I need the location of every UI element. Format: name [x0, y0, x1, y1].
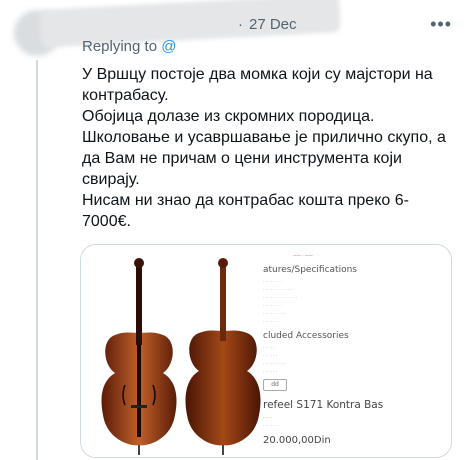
add-to-cart-button: dd [263, 379, 287, 391]
reply-prefix: Replying to [82, 38, 158, 55]
product-price: 20.000,00Din [263, 435, 331, 446]
accessory-line: · · · · · · · · · [263, 361, 285, 366]
accessory-line: · · · · · · [263, 369, 277, 374]
tweet-media-image[interactable]: —— · —— atures/Specifications · · · · · … [80, 244, 452, 458]
tweet-text: У Вршцу постоје два момка који су мајсто… [82, 64, 452, 232]
bass-back [185, 258, 261, 455]
tweet-line: Обојица долазе из скромних породица. [82, 108, 375, 125]
spec-line: · · · · · · · · · [263, 311, 285, 316]
thread-line [36, 60, 38, 460]
tweet-header: · 27 Dec [82, 14, 297, 34]
spec-line: · · · · · · · [263, 319, 280, 324]
tweet-line: Школовање и усавршавање је прилично скуп… [82, 129, 446, 188]
separator-dot: · [238, 15, 243, 33]
product-title: refeel S171 Kontra Bas [263, 399, 384, 411]
breadcrumb-text: —— · —— [293, 253, 313, 258]
replying-to: Replying to @ [82, 38, 176, 55]
reply-handle[interactable]: @ [161, 38, 176, 55]
spec-line: · · · · · · · · [263, 279, 283, 284]
accessories-heading: cluded Accessories [263, 331, 349, 341]
accessory-line: · · · · · · [263, 353, 277, 358]
specs-heading: atures/Specifications [263, 265, 357, 275]
tweet-date[interactable]: 27 Dec [249, 16, 297, 33]
double-bass-illustration [101, 258, 261, 455]
bass-front [101, 258, 177, 455]
product-meta: · · · · [263, 415, 272, 420]
spec-line: · · · · · · · · [263, 303, 283, 308]
double-bass-photo [81, 245, 263, 457]
tweet-line: У Вршцу постоје два момка који су мајсто… [82, 66, 433, 104]
accessory-line: · · · · · [263, 345, 275, 350]
spec-line: · · · · · · · · · · · · · · [263, 295, 298, 300]
more-icon[interactable]: ••• [430, 14, 452, 35]
product-page-screenshot: —— · —— atures/Specifications · · · · · … [263, 245, 451, 457]
product-meta: · · · · · · · [263, 423, 280, 428]
spec-line: · · · · · · · · · · · · [263, 287, 293, 292]
tweet-line: Нисам ни знао да контрабас кошта преко 6… [82, 192, 409, 230]
